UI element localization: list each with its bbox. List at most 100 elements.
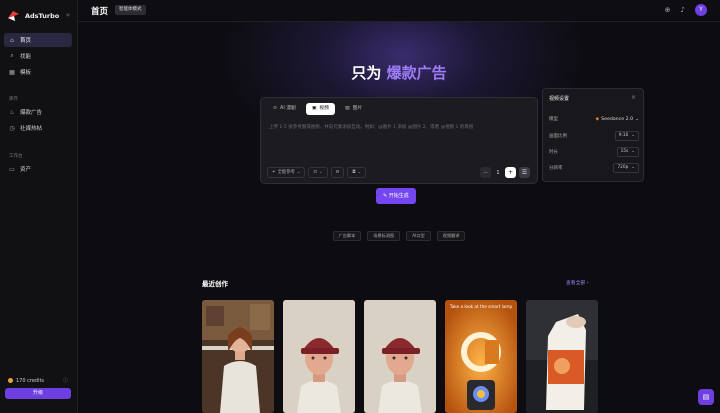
upgrade-button[interactable]: 升级 [5,388,71,399]
chevron-down-icon: ⌄ [631,149,635,154]
increment-button[interactable]: + [505,167,516,178]
close-icon[interactable]: × [631,94,636,101]
setting-value: 720p [617,165,629,170]
split-tool-button[interactable]: ⊟ [330,167,345,178]
recent-video-card[interactable] [364,300,436,413]
credits-box: 170 credits ⓘ 升级 [5,377,71,399]
logo[interactable]: AdsTurbo [7,9,59,22]
setting-label: 分辨率 [549,166,563,171]
setting-label: 画面比例 [549,134,567,139]
main-nav: ⌂ 首页 ⌕ 找能 ▦ 模板 [4,33,72,81]
hero-highlight: 爆款广告 [386,64,447,82]
agent-mode-chip[interactable]: 智能体模式 [115,5,146,15]
reference-mode-select[interactable]: ✦ 全能参考 ⌄ [267,167,306,178]
chevron-down-icon: ⌄ [357,170,362,175]
split-icon: ⊟ [335,170,340,175]
globe-icon[interactable]: ⊕ [665,6,671,14]
frame-tool-button[interactable]: ⊡ ⌄ [308,167,328,178]
video-thumbnail [364,300,436,413]
model-select[interactable]: ◆ Seedance 2.0 ⌄ [595,117,639,122]
sidebar-item-social-posts[interactable]: ◷ 社媒热帖 [4,121,72,135]
sidebar-item-templates[interactable]: ▦ 模板 [4,65,72,79]
chevron-down-icon: ⌄ [635,116,639,122]
avatar[interactable]: Y [695,4,707,16]
setting-value: 15s [620,149,629,154]
coin-icon [8,377,13,383]
app-name: AdsTurbo [25,11,60,20]
recent-video-card[interactable] [526,300,598,413]
section-label-library: 库存 [9,97,18,102]
chevron-down-icon: ⌄ [631,165,635,170]
suggestion-chip[interactable]: 场景标测图 [367,231,401,241]
recent-section-title: 最近创作 [202,280,228,288]
sidebar-item-label: 爆款广告 [20,110,43,116]
prompt-input[interactable]: 上传 1-5 张参考图或视频，并向元素添加互动。例如：@图片 1 添加 @图片 … [269,124,531,130]
home-icon: ⌂ [10,36,14,44]
tab-label: AI 漫剧 [280,106,296,111]
folder-icon: ▭ [9,165,15,173]
quantity-value: 1 [496,169,500,176]
suggestion-chips: 广告脚本 场景标测图 AI口型 视频翻译 [78,231,720,241]
tab-video[interactable]: ▣ 视频 [305,103,336,115]
duration-select[interactable]: 15s ⌄ [616,147,639,157]
recent-gallery: Take a look at the smart lamp [202,300,598,413]
aspect-select[interactable]: 9:16 ⌄ [614,131,639,141]
sidebar: AdsTurbo « ⌂ 首页 ⌕ 找能 ▦ 模板 库存 ♨ 爆款广告 ◷ 社媒… [0,0,78,413]
tab-image[interactable]: ▨ 图片 [339,103,368,115]
info-icon[interactable]: ⓘ [63,377,68,384]
tool-label: 全能参考 [277,170,295,175]
suggestion-chip[interactable]: AI口型 [406,231,431,241]
video-thumbnail [202,300,274,413]
decrement-button[interactable]: − [480,167,491,178]
view-all-label: 查看全部 [566,281,586,286]
setting-row-resolution: 分辨率 720p ⌄ [549,163,639,173]
recent-video-card[interactable]: Take a look at the smart lamp [445,300,517,413]
setting-label: 模型 [549,117,558,122]
setting-row-model: 模型 ◆ Seedance 2.0 ⌄ [549,116,639,123]
view-all-link[interactable]: 查看全部 › [566,279,589,286]
composer-tools: ✦ 全能参考 ⌄ ⊡ ⌄ ⊟ ◘ ⌄ [267,167,367,178]
video-thumbnail [526,300,598,413]
resolution-select[interactable]: 720p ⌄ [613,163,639,173]
recent-video-card[interactable] [283,300,355,413]
video-thumbnail [283,300,355,413]
setting-value: 9:16 [618,133,629,138]
composer-tabs: ⊙ AI 漫剧 ▣ 视频 ▨ 图片 [267,103,368,115]
sidebar-item-label: 找能 [20,54,32,60]
search-icon: ⌕ [10,52,14,59]
chevron-down-icon: ⌄ [631,133,635,138]
recent-video-card[interactable] [202,300,274,413]
credits-text-wrap: 170 credits [8,377,44,384]
image-icon: ▨ [345,106,350,111]
top-bar: 首页 智能体模式 ⊕ ♪ Y [78,0,720,22]
video-settings-panel: 视频设置 × 模型 ◆ Seedance 2.0 ⌄ 画面比例 9:16 ⌄ 时长… [542,88,644,182]
top-icons: ⊕ ♪ Y [665,4,707,16]
generate-button[interactable]: ✎ 开始生成 [376,188,416,204]
sidebar-item-home[interactable]: ⌂ 首页 [4,33,72,47]
flame-icon: ◆ [595,116,600,122]
sidebar-item-assets[interactable]: ▭ 资产 [4,162,72,176]
app-root: AdsTurbo « ⌂ 首页 ⌕ 找能 ▦ 模板 库存 ♨ 爆款广告 ◷ 社媒… [0,0,720,413]
sidebar-item-find[interactable]: ⌕ 找能 [4,49,72,63]
grid-icon: ▦ [9,68,15,76]
settings-toggle-button[interactable]: ☰ [519,167,530,178]
generate-label: 开始生成 [388,193,409,199]
clock-icon: ◷ [9,124,15,132]
setting-row-duration: 时长 15s ⌄ [549,147,639,157]
suggestion-chip[interactable]: 广告脚本 [332,231,362,241]
sidebar-item-label: 社媒热帖 [20,126,43,132]
wand-icon: ✎ [383,193,388,199]
bell-icon[interactable]: ♪ [681,6,685,14]
setting-label: 时长 [549,150,558,155]
tab-label: 图片 [352,106,363,111]
suggestion-chip[interactable]: 视频翻译 [436,231,466,241]
fire-icon: ♨ [9,108,15,116]
tab-ai-drama[interactable]: ⊙ AI 漫剧 [267,103,302,115]
sidebar-item-hot-ads[interactable]: ♨ 爆款广告 [4,105,72,119]
chat-help-button[interactable]: ▤ [698,389,714,405]
credits-row: 170 credits ⓘ [5,377,71,384]
camera-icon: ◘ [352,170,356,175]
sidebar-item-label: 资产 [20,167,32,173]
camera-tool-button[interactable]: ◘ ⌄ [347,167,367,178]
collapse-sidebar-icon[interactable]: « [66,11,70,19]
